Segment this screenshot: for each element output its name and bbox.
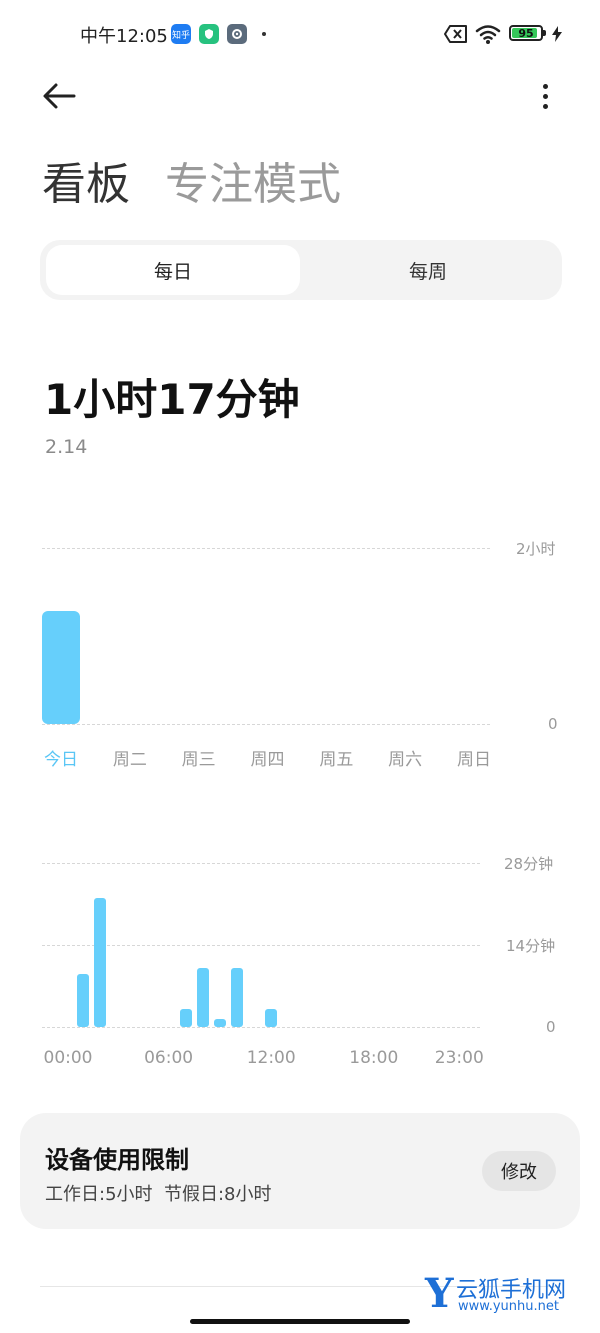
weekday-label: 周三	[181, 750, 216, 770]
device-limit-details: 工作日:5小时 节假日:8小时	[45, 1184, 272, 1205]
hourly-grid-line	[42, 945, 480, 946]
focus-mode-title[interactable]: 专注模式	[165, 148, 341, 212]
hourly-xtick-label: 12:00	[246, 1048, 296, 1068]
more-options-button[interactable]	[530, 78, 560, 114]
weekly-ytick-label: 2小时	[516, 540, 556, 558]
tab-daily[interactable]: 每日	[46, 245, 300, 295]
battery-tip	[543, 30, 546, 36]
total-usage-time: 1小时17分钟	[44, 375, 300, 424]
usage-date: 2.14	[45, 436, 88, 458]
weekly-usage-bar	[42, 611, 80, 724]
more-dot-icon	[542, 83, 548, 89]
device-limit-title: 设备使用限制	[45, 1146, 189, 1174]
home-indicator[interactable]	[190, 1319, 410, 1324]
hourly-ytick-label: 28分钟	[504, 855, 554, 873]
hourly-xtick-label: 23:00	[434, 1048, 484, 1068]
battery-indicator: 95	[509, 25, 543, 41]
weekly-grid-base	[42, 724, 490, 725]
back-button[interactable]	[40, 78, 80, 114]
hourly-usage-bar	[196, 968, 209, 1027]
hourly-ytick-label: 0	[546, 1018, 556, 1036]
hourly-xtick-label: 00:00	[43, 1048, 93, 1068]
hourly-usage-bar	[213, 1019, 226, 1027]
arrow-left-icon	[43, 83, 76, 109]
hourly-usage-bar	[94, 898, 107, 1027]
settings-app-icon	[227, 24, 247, 44]
wifi-icon	[475, 25, 501, 44]
zhihu-app-icon: 知乎	[171, 24, 191, 44]
hourly-ytick-label: 14分钟	[506, 937, 556, 955]
notification-dot	[262, 32, 266, 36]
more-dot-icon	[542, 103, 548, 109]
zhihu-icon-label: 知乎	[171, 30, 190, 41]
no-sim-icon	[444, 25, 467, 43]
hourly-xtick-label: 06:00	[144, 1048, 194, 1068]
weekday-label: 今日	[44, 750, 78, 770]
hourly-grid-line	[42, 863, 480, 864]
weekday-label: 周日	[457, 750, 491, 770]
hourly-grid-line	[42, 1027, 480, 1028]
weekly-grid-top	[42, 548, 490, 549]
battery-level-text: 95	[518, 26, 534, 40]
weekday-label: 周六	[388, 750, 423, 770]
hourly-xtick-label: 18:00	[349, 1048, 399, 1068]
weekday-label: 周四	[250, 750, 285, 770]
status-time: 中午12:05	[80, 26, 168, 47]
hourly-usage-bar	[231, 968, 243, 1027]
page-title: 看板	[42, 159, 130, 210]
charging-icon	[552, 26, 562, 42]
tab-weekly[interactable]: 每周	[300, 245, 556, 295]
hourly-usage-bar	[265, 1009, 278, 1027]
hourly-usage-bar	[179, 1009, 192, 1027]
weekday-label: 周五	[319, 750, 354, 770]
hourly-usage-bar	[77, 974, 90, 1027]
weekly-ytick-label: 0	[548, 715, 558, 733]
more-dot-icon	[542, 93, 548, 99]
watermark-url: www.yunhu.net	[458, 1299, 559, 1314]
watermark-logo-letter: Y	[425, 1270, 454, 1317]
security-app-icon	[199, 24, 219, 44]
weekday-label: 周二	[112, 750, 147, 770]
edit-limit-button[interactable]: 修改	[482, 1151, 556, 1191]
